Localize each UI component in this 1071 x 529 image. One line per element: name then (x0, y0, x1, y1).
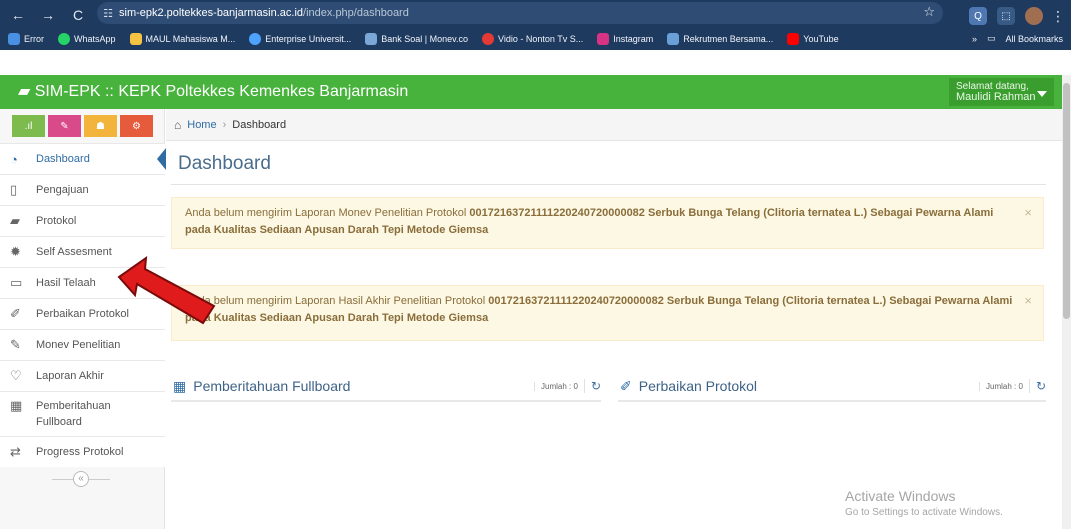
chevron-left-icon[interactable]: « (73, 471, 89, 487)
lightbulb-icon: ♡ (10, 368, 22, 383)
sidebar-item-laporan-akhir[interactable]: ♡ Laporan Akhir (0, 360, 165, 391)
url-host: sim-epk2.poltekkes-banjarmasin.ac.id (119, 7, 304, 19)
dashboard-icon: ◔ (10, 151, 18, 167)
gear-icon: ✹ (10, 244, 21, 259)
brand-title[interactable]: ▰ SIM-EPK :: KEPK Poltekkes Kemenkes Ban… (18, 81, 408, 101)
panel-pemberitahuan-fullboard: ▦ Pemberitahuan Fullboard Jumlah : 0 ↻ (171, 372, 601, 418)
bookmark-star-icon[interactable]: ☆ (923, 4, 935, 20)
sidebar-collapse[interactable]: « (52, 471, 110, 487)
alert-hasil-akhir: Anda belum mengirim Laporan Hasil Akhir … (171, 285, 1044, 341)
bookmark-vidio[interactable]: Vidio - Nonton Tv S... (481, 32, 583, 45)
panel-meta: Jumlah : 0 ↻ (534, 379, 601, 393)
refresh-icon[interactable]: ↻ (583, 379, 601, 393)
home-icon[interactable]: ⌂ (174, 118, 181, 132)
shortcut-pencil-button[interactable]: ✎ (48, 115, 81, 137)
page-scrollbar[interactable] (1062, 75, 1071, 529)
breadcrumb: ⌂ Home › Dashboard (166, 109, 1062, 141)
url-path: /index.php/dashboard (303, 7, 409, 19)
profile-avatar[interactable] (1025, 7, 1043, 25)
forward-icon[interactable]: → (36, 3, 60, 27)
whatsapp-icon (58, 32, 70, 45)
enterprise-icon (249, 32, 262, 45)
shortcut-users-button[interactable]: ☗ (84, 115, 117, 137)
vidio-icon (481, 32, 494, 45)
page-title: Dashboard (178, 153, 271, 174)
book-icon: ▰ (10, 213, 20, 228)
caret-down-icon (1037, 91, 1047, 97)
shortcut-buttons: .ıl ✎ ☗ ⚙ (12, 115, 153, 137)
browser-chrome: ← → C ☷ sim-epk2.poltekkes-banjarmasin.a… (0, 0, 1071, 50)
bookmark-banksoal[interactable]: Bank Soal | Monev.co (365, 32, 468, 45)
book-icon: ▰ (18, 83, 35, 100)
extension-icon[interactable]: Q (969, 7, 987, 25)
edit-icon: ✐ (620, 377, 632, 394)
banksoal-icon (365, 32, 378, 45)
sidebar-item-pemberitahuan-fullboard[interactable]: ▦ Pemberitahuan Fullboard (0, 391, 165, 436)
scrollbar-thumb[interactable] (1063, 83, 1070, 319)
bookmark-maul[interactable]: MAUL Mahasiswa M... (129, 32, 235, 45)
file-icon: ▯ (10, 182, 18, 197)
count-badge: Jumlah : 0 (979, 381, 1023, 391)
monitor-icon: ▭ (10, 275, 23, 290)
red-arrow-annotation (117, 255, 216, 325)
sidebar-item-protokol[interactable]: ▰ Protokol (0, 205, 165, 236)
activate-subtitle: Go to Settings to activate Windows. (845, 507, 1003, 518)
breadcrumb-home[interactable]: Home (187, 119, 216, 131)
address-bar[interactable]: ☷ sim-epk2.poltekkes-banjarmasin.ac.id/i… (97, 2, 943, 24)
all-bookmarks[interactable]: » ▭ All Bookmarks (972, 27, 1063, 50)
sidebar-item-progress-protokol[interactable]: ⇄ Progress Protokol (0, 436, 165, 467)
folder-icon: ▭ (986, 33, 996, 43)
browser-extensions: Q ⬚ ⋮ (969, 4, 1065, 28)
bookmark-enterprise[interactable]: Enterprise Universit... (249, 32, 351, 45)
more-bookmarks[interactable]: » (972, 34, 977, 44)
activate-title: Activate Windows (845, 488, 956, 504)
welcome-username: Maulidi Rahman (956, 91, 1036, 103)
bookmark-youtube[interactable]: YouTube (787, 32, 839, 45)
maul-icon (129, 32, 142, 45)
panel-header: ✐ Perbaikan Protokol Jumlah : 0 ↻ (618, 372, 1046, 402)
instagram-icon (597, 32, 610, 45)
arrow-shape (117, 255, 216, 325)
bookmark-instagram[interactable]: Instagram (597, 32, 653, 45)
count-badge: Jumlah : 0 (534, 381, 578, 391)
puzzle-icon[interactable]: ⬚ (997, 7, 1015, 25)
refresh-icon[interactable]: ↻ (1028, 379, 1046, 393)
url-text[interactable]: sim-epk2.poltekkes-banjarmasin.ac.id/ind… (119, 7, 409, 19)
youtube-icon (787, 32, 800, 45)
grid-icon: ▦ (10, 398, 23, 413)
panel-title: Pemberitahuan Fullboard (193, 378, 351, 394)
grid-icon: ▦ (173, 377, 187, 394)
panel-perbaikan-protokol: ✐ Perbaikan Protokol Jumlah : 0 ↻ (618, 372, 1046, 418)
back-icon[interactable]: ← (6, 3, 30, 27)
site-info-icon[interactable]: ☷ (97, 7, 119, 20)
sidebar-item-dashboard[interactable]: ◔ Dashboard (0, 143, 166, 174)
close-icon[interactable]: × (1024, 204, 1032, 221)
exchange-icon: ⇄ (10, 444, 21, 459)
user-menu[interactable]: Selamat datang, Maulidi Rahman (949, 78, 1054, 106)
pencil-icon: ✎ (10, 337, 21, 352)
bookmarks-bar: Error WhatsApp MAUL Mahasiswa M... Enter… (0, 27, 1071, 50)
panel-header: ▦ Pemberitahuan Fullboard Jumlah : 0 ↻ (171, 372, 601, 402)
app-header: ▰ SIM-EPK :: KEPK Poltekkes Kemenkes Ban… (0, 75, 1062, 109)
sidebar-item-pengajuan[interactable]: ▯ Pengajuan (0, 174, 165, 205)
menu-icon[interactable]: ⋮ (1051, 4, 1065, 28)
rekrutmen-icon (667, 32, 680, 45)
close-icon[interactable]: × (1024, 292, 1032, 309)
breadcrumb-current: Dashboard (232, 118, 287, 131)
title-divider (171, 184, 1046, 185)
alert-monev: Anda belum mengirim Laporan Monev Peneli… (171, 197, 1044, 249)
sidebar-item-monev-penelitian[interactable]: ✎ Monev Penelitian (0, 329, 165, 360)
edit-icon: ✐ (10, 306, 21, 321)
shortcut-chart-button[interactable]: .ıl (12, 115, 45, 137)
activate-windows-watermark: Activate Windows Go to Settings to activ… (845, 488, 1003, 518)
panel-title: Perbaikan Protokol (638, 378, 758, 394)
bookmark-rekrutmen[interactable]: Rekrutmen Bersama... (667, 32, 773, 45)
panel-meta: Jumlah : 0 ↻ (979, 379, 1046, 393)
bookmark-whatsapp[interactable]: WhatsApp (58, 32, 116, 45)
bookmark-error[interactable]: Error (8, 32, 44, 45)
reload-icon[interactable]: C (66, 3, 90, 27)
shortcut-cogs-button[interactable]: ⚙ (120, 115, 153, 137)
globe-icon (8, 32, 20, 45)
breadcrumb-separator: › (222, 118, 227, 131)
